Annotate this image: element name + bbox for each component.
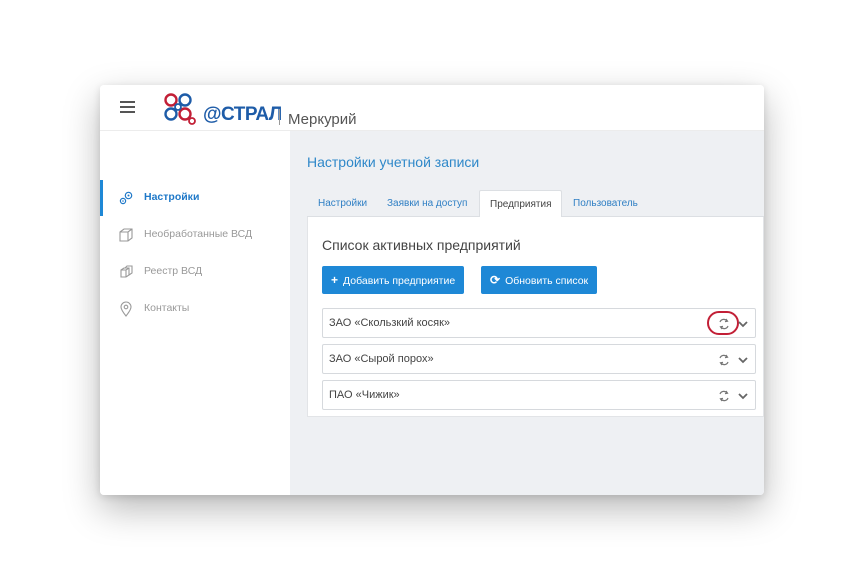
refresh-list-button[interactable]: ⟳ Обновить список — [481, 266, 598, 294]
enterprise-name: ПАО «Чижик» — [329, 389, 400, 401]
box-icon — [119, 228, 133, 242]
chevron-down-icon[interactable] — [737, 354, 749, 366]
sidebar-item-label: Контакты — [144, 302, 190, 314]
panel-title: Список активных предприятий — [322, 237, 521, 253]
sidebar: Настройки Необработанные ВСД Реестр ВСД … — [100, 131, 290, 495]
refresh-icon: ⟳ — [490, 273, 501, 287]
sync-icon[interactable] — [717, 317, 731, 331]
sidebar-item-label: Реестр ВСД — [144, 265, 203, 277]
enterprise-row[interactable]: ЗАО «Сырой порох» — [322, 344, 756, 374]
tab-enterprises[interactable]: Предприятия — [479, 190, 563, 218]
map-pin-icon — [120, 301, 132, 317]
brand-name: @СТРАЛ — [203, 104, 282, 125]
boxes-icon — [120, 265, 133, 278]
page-title: Настройки учетной записи — [307, 154, 480, 170]
tab-settings[interactable]: Настройки — [308, 190, 377, 217]
tab-bar: Настройки Заявки на доступ Предприятия П… — [307, 190, 764, 218]
chevron-down-icon[interactable] — [737, 390, 749, 402]
sidebar-item-label: Настройки — [144, 191, 200, 203]
gears-icon — [119, 191, 133, 205]
app-header: @СТРАЛ Меркурий — [100, 85, 764, 131]
enterprise-row[interactable]: ЗАО «Скользкий косяк» — [322, 308, 756, 338]
tab-access-requests[interactable]: Заявки на доступ — [377, 190, 477, 217]
add-enterprise-label: Добавить предприятие — [343, 275, 456, 287]
hamburger-menu-icon[interactable] — [120, 101, 135, 113]
tab-user[interactable]: Пользователь — [563, 190, 648, 217]
sync-icon[interactable] — [717, 353, 731, 367]
sidebar-item-unprocessed-vsd[interactable]: Необработанные ВСД — [100, 217, 290, 253]
sidebar-item-label: Необработанные ВСД — [144, 228, 253, 240]
astral-logo-icon — [164, 93, 196, 125]
sync-icon[interactable] — [717, 389, 731, 403]
app-window: @СТРАЛ Меркурий Настройки Необработанные… — [100, 85, 764, 495]
chevron-down-icon[interactable] — [737, 318, 749, 330]
sidebar-item-vsd-registry[interactable]: Реестр ВСД — [100, 254, 290, 290]
refresh-list-label: Обновить список — [505, 275, 589, 287]
plus-icon: + — [331, 273, 339, 287]
product-name: Меркурий — [288, 111, 357, 128]
enterprise-name: ЗАО «Сырой порох» — [329, 353, 434, 365]
main-content: Настройки учетной записи Настройки Заявк… — [290, 131, 764, 495]
add-enterprise-button[interactable]: + Добавить предприятие — [322, 266, 465, 294]
sidebar-item-settings[interactable]: Настройки — [100, 180, 290, 216]
enterprise-name: ЗАО «Скользкий косяк» — [329, 317, 451, 329]
sidebar-item-contacts[interactable]: Контакты — [100, 291, 290, 327]
brand-divider — [279, 109, 280, 125]
enterprises-panel: Список активных предприятий + Добавить пр… — [307, 217, 764, 417]
enterprise-row[interactable]: ПАО «Чижик» — [322, 380, 756, 410]
